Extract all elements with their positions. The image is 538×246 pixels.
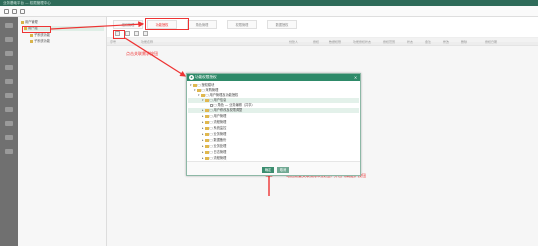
dialog-titlebar: ◆ 功能权限授权 × <box>187 74 360 81</box>
message-icon[interactable] <box>5 135 13 140</box>
window-title: 业务基础平台 — 权限管理中心 <box>3 1 51 5</box>
folder-icon <box>197 88 201 92</box>
add-icon[interactable] <box>125 31 130 36</box>
refresh-icon[interactable] <box>12 9 17 14</box>
tree-item[interactable]: 子系统功能 <box>30 39 50 44</box>
tree-node[interactable]: ▸ □ 日志管理 <box>202 150 226 155</box>
file-icon <box>30 39 33 43</box>
func-auth-dialog: ◆ 功能权限授权 × ▾ □ 授权模块 ▾ □ 采购管理 ▾ □ 用户管理及功能授权 … <box>186 73 361 176</box>
tree-item[interactable]: 用户管理 <box>21 20 38 25</box>
folder-icon <box>205 98 209 102</box>
top-toolbar <box>0 6 538 17</box>
folder-icon <box>205 120 209 124</box>
annotation-step1: 点击关联需求按钮 <box>126 51 158 56</box>
report-icon[interactable] <box>5 121 13 126</box>
tab-perm[interactable]: 权限管理 <box>227 20 257 29</box>
tree-node[interactable]: ▸ □ 用户管理 <box>202 114 226 119</box>
folder-icon <box>205 132 209 136</box>
folder-icon <box>205 126 209 130</box>
list-icon[interactable] <box>5 93 13 98</box>
tab-org[interactable]: 组织管理 <box>113 20 143 29</box>
folder-icon <box>205 114 209 118</box>
org-tree-pane: 用户管理 用户组 子系统功能 子系统功能 <box>18 17 107 246</box>
delete-icon[interactable] <box>143 31 148 36</box>
app-logo-icon: ◆ <box>189 75 194 80</box>
lock-icon[interactable] <box>5 107 13 112</box>
users-icon[interactable] <box>5 37 13 42</box>
tool-icon[interactable] <box>5 149 13 154</box>
ok-button[interactable]: 确定 <box>262 167 274 173</box>
chart-icon[interactable] <box>5 65 13 70</box>
folder-icon <box>205 108 209 112</box>
folder-icon <box>193 83 197 87</box>
folder-icon <box>205 144 209 148</box>
dialog-title: 功能权限授权 <box>195 75 217 79</box>
tree-node[interactable]: ▸ □ 业务管理 <box>202 132 226 137</box>
callout-button <box>113 30 125 39</box>
tree-item-label: 子系统功能 <box>34 39 50 43</box>
folder-icon <box>201 93 205 97</box>
tree-node[interactable]: ▸ □ 数据备份 <box>202 138 226 143</box>
file-icon <box>210 103 213 107</box>
tree-node[interactable]: ▸ □ 业务处理 <box>202 144 226 149</box>
file-icon <box>30 33 33 37</box>
dialog-footer: 确定 取消 <box>187 161 360 175</box>
settings-icon[interactable] <box>5 51 13 56</box>
tree-item-label: 用户管理 <box>25 20 38 24</box>
tree-node[interactable]: ▸ □ 系统监控 <box>202 126 226 131</box>
edit-icon[interactable] <box>134 31 139 36</box>
tab-role[interactable]: 角色管理 <box>187 20 217 29</box>
folder-icon <box>205 156 209 160</box>
grid-toolbar <box>107 30 538 38</box>
folder-icon <box>205 138 209 142</box>
left-nav-rail <box>0 17 18 246</box>
grid-icon[interactable] <box>4 9 9 14</box>
tab-data[interactable]: 数据授权 <box>267 20 297 29</box>
home-icon[interactable] <box>5 23 13 28</box>
callout-tab <box>145 18 189 30</box>
folder-icon <box>21 20 24 24</box>
callout-tree <box>22 26 51 33</box>
cancel-button[interactable]: 取消 <box>277 167 289 173</box>
export-icon[interactable] <box>20 9 25 14</box>
tree-node[interactable]: ▸ □ 用户修改及权限调整 <box>188 108 359 113</box>
tree-node[interactable]: ▸ □ 流程管理 <box>202 120 226 125</box>
folder-icon[interactable] <box>5 79 13 84</box>
tree-item-label: 子系统功能 <box>34 33 50 37</box>
tree-item[interactable]: 子系统功能 <box>30 33 50 38</box>
close-icon[interactable]: × <box>353 75 358 80</box>
folder-icon <box>205 150 209 154</box>
